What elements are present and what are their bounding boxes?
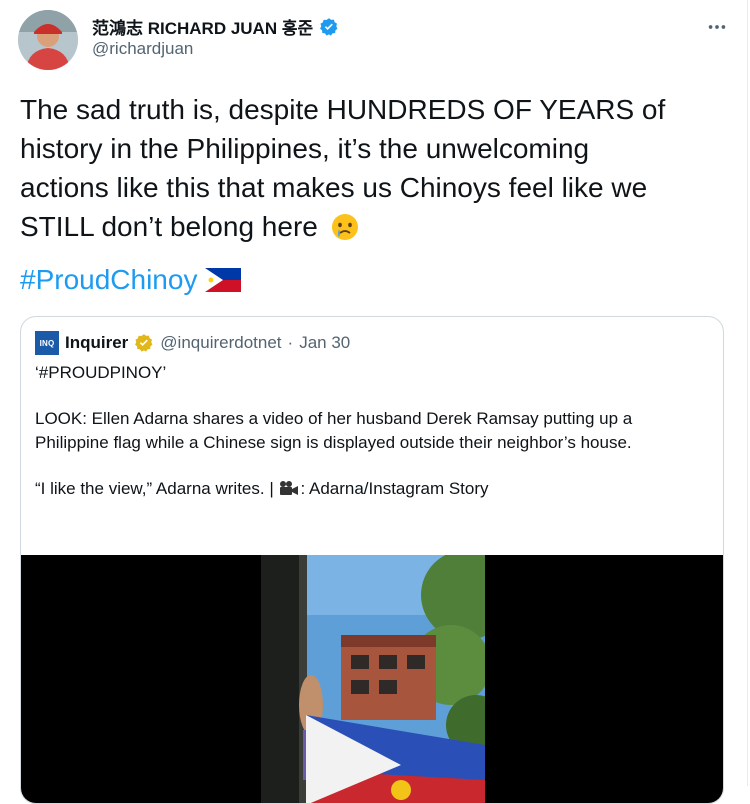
hashtag-text[interactable]: #ProudChinoy bbox=[20, 264, 197, 296]
quoted-tweet-header: INQ Inquirer @inquirerdotnet · Jan 30 bbox=[35, 331, 350, 355]
tweet-text-line: history in the Philippines, it’s the unw… bbox=[20, 133, 590, 164]
tweet-card: 范鴻志 RICHARD JUAN 홍준 @richardjuan The sad… bbox=[0, 0, 750, 804]
video-camera-icon bbox=[280, 481, 299, 495]
more-options-button[interactable] bbox=[702, 12, 732, 42]
verified-gold-badge-icon bbox=[135, 334, 153, 352]
author-display-name[interactable]: 范鴻志 RICHARD JUAN 홍준 bbox=[92, 14, 313, 39]
philippines-flag-icon bbox=[205, 268, 242, 292]
quoted-tweet-text: LOOK: Ellen Adarna shares a video of her… bbox=[35, 409, 633, 452]
hashtag-link[interactable]: #ProudChinoy bbox=[20, 264, 242, 296]
video-thumbnail bbox=[261, 555, 485, 803]
quoted-tweet[interactable]: INQ Inquirer @inquirerdotnet · Jan 30 ‘#… bbox=[20, 316, 724, 804]
tweet-text-line: STILL don’t belong here bbox=[20, 207, 720, 246]
quoted-credit-after: : Adarna/Instagram Story bbox=[300, 479, 489, 498]
crying-face-emoji-icon bbox=[331, 214, 358, 240]
quoted-tweet-body: ‘#PROUDPINOY’ LOOK: Ellen Adarna shares … bbox=[35, 361, 707, 501]
tweet-text-line-content: STILL don’t belong here bbox=[20, 211, 318, 242]
author-handle[interactable]: @richardjuan bbox=[92, 39, 193, 59]
video-player[interactable] bbox=[21, 555, 723, 803]
quoted-tweet-credit: “I like the view,” Adarna writes. | : Ad… bbox=[35, 477, 707, 501]
more-dots-icon bbox=[708, 25, 726, 29]
avatar[interactable] bbox=[18, 10, 78, 70]
verified-badge-icon bbox=[320, 17, 338, 36]
inquirer-logo[interactable]: INQ bbox=[35, 331, 59, 355]
tweet-text: The sad truth is, despite HUNDREDS OF YE… bbox=[20, 90, 720, 246]
quoted-tweet-date[interactable]: Jan 30 bbox=[299, 333, 350, 353]
tweet-text-line: The sad truth is, despite HUNDREDS OF YE… bbox=[20, 94, 666, 125]
quoted-author-name[interactable]: Inquirer bbox=[65, 333, 128, 353]
quoted-author-handle[interactable]: @inquirerdotnet bbox=[160, 333, 281, 353]
meta-separator: · bbox=[287, 333, 294, 352]
quoted-tweet-title: ‘#PROUDPINOY’ bbox=[35, 363, 167, 382]
author-name-row: 范鴻志 RICHARD JUAN 홍준 bbox=[92, 14, 339, 39]
tweet-header: 范鴻志 RICHARD JUAN 홍준 @richardjuan bbox=[18, 8, 732, 72]
quoted-credit-before: “I like the view,” Adarna writes. | bbox=[35, 479, 274, 498]
tweet-text-line: actions like this that makes us Chinoys … bbox=[20, 172, 648, 203]
